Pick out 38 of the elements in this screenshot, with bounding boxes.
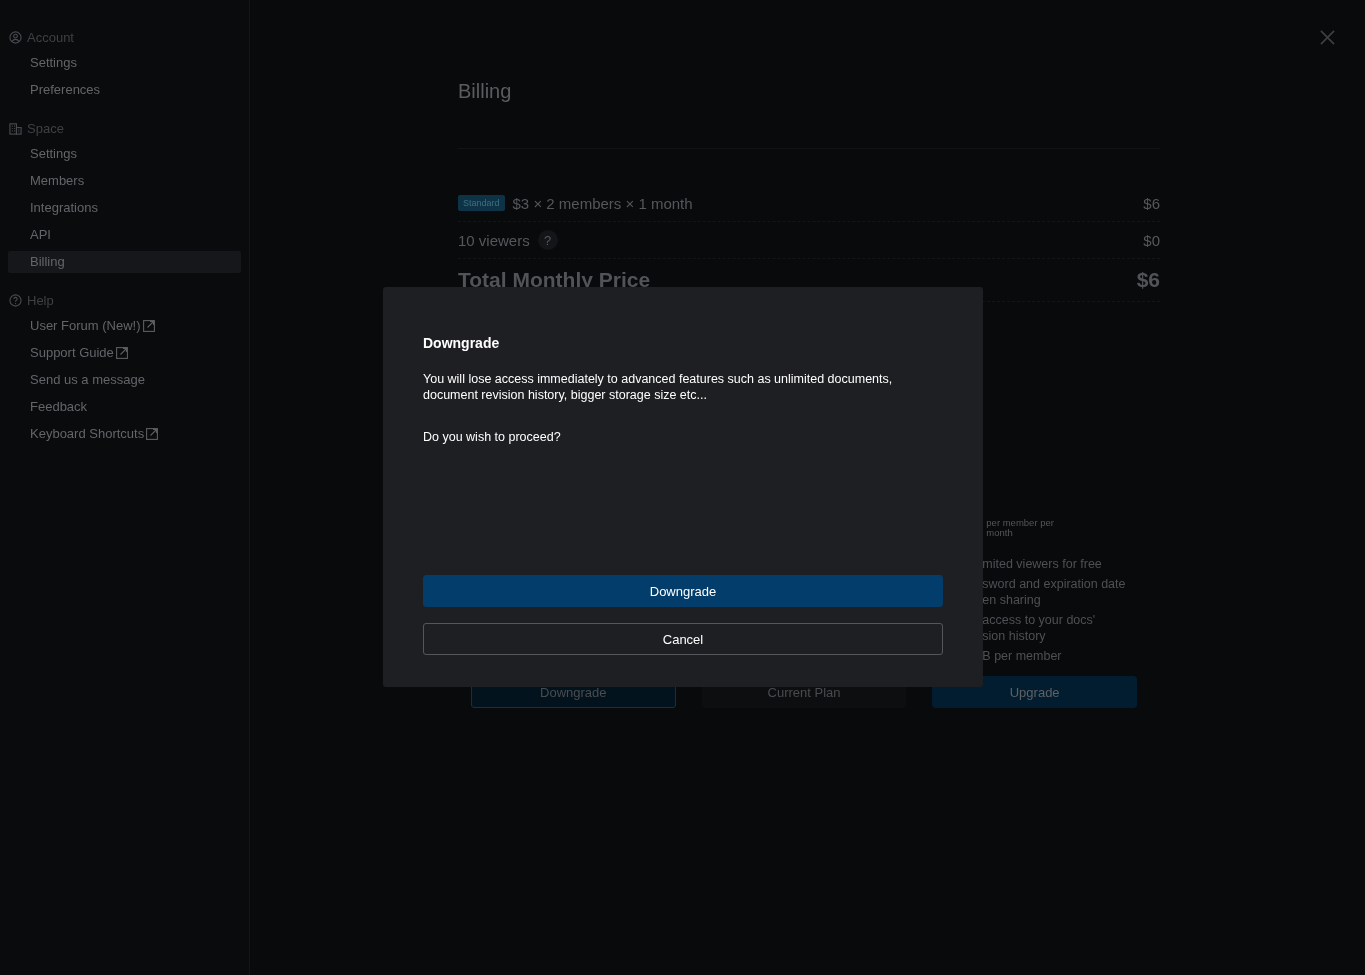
page-title: Billing <box>458 80 513 104</box>
user-circle-icon <box>9 30 22 44</box>
feature-text: mited viewers for free <box>982 556 1103 572</box>
sidebar-item[interactable]: Members <box>8 170 241 192</box>
help-badge[interactable]: ? <box>537 230 558 250</box>
line-amount: $0 <box>1143 231 1160 249</box>
sidebar-item[interactable]: Settings <box>8 143 241 165</box>
total-amount: $6 <box>1136 268 1160 292</box>
external-link-icon <box>115 347 128 359</box>
feature-text: B per member <box>982 648 1063 664</box>
sidebar-item[interactable]: Keyboard Shortcuts <box>8 423 241 445</box>
sidebar-item[interactable]: Support Guide <box>8 342 241 364</box>
feature-text: access to your docs' sion history <box>982 612 1097 644</box>
cancel-button[interactable]: Cancel <box>423 623 943 655</box>
price-note: per member per month <box>986 518 1055 538</box>
sidebar-item[interactable]: Feedback <box>8 396 241 418</box>
plan-button[interactable]: Upgrade <box>932 676 1137 708</box>
line-label: $3 × 2 members × 1 month <box>512 194 693 212</box>
building-icon <box>9 121 22 135</box>
sidebar-item[interactable]: API <box>8 224 241 246</box>
dialog-title: Downgrade <box>423 335 501 351</box>
external-link-icon <box>142 320 155 332</box>
total-label: Total Monthly Price <box>458 268 651 292</box>
sidebar-item[interactable]: Send us a message <box>8 369 241 391</box>
line-amount: $6 <box>1143 194 1160 212</box>
sidebar-item[interactable]: Billing <box>8 251 241 273</box>
plan-badge: Standard <box>458 195 505 211</box>
external-link-icon <box>146 428 159 440</box>
dialog-message: You will lose access immediately to advanced features such as unlimited documents, document revision history, bigger storage size etc... <box>423 371 894 403</box>
dialog-question: Do you wish to proceed? <box>423 429 562 445</box>
line-label: 10 viewers <box>458 231 530 249</box>
downgrade-button[interactable]: Downgrade <box>423 575 943 607</box>
sidebar-item[interactable]: Integrations <box>8 197 241 219</box>
close-icon[interactable] <box>1320 30 1335 45</box>
sidebar-item[interactable]: Settings <box>8 52 241 74</box>
help-circle-icon <box>9 293 22 307</box>
sidebar-item[interactable]: Preferences <box>8 79 241 101</box>
sidebar-item[interactable]: User Forum (New!) <box>8 315 241 337</box>
